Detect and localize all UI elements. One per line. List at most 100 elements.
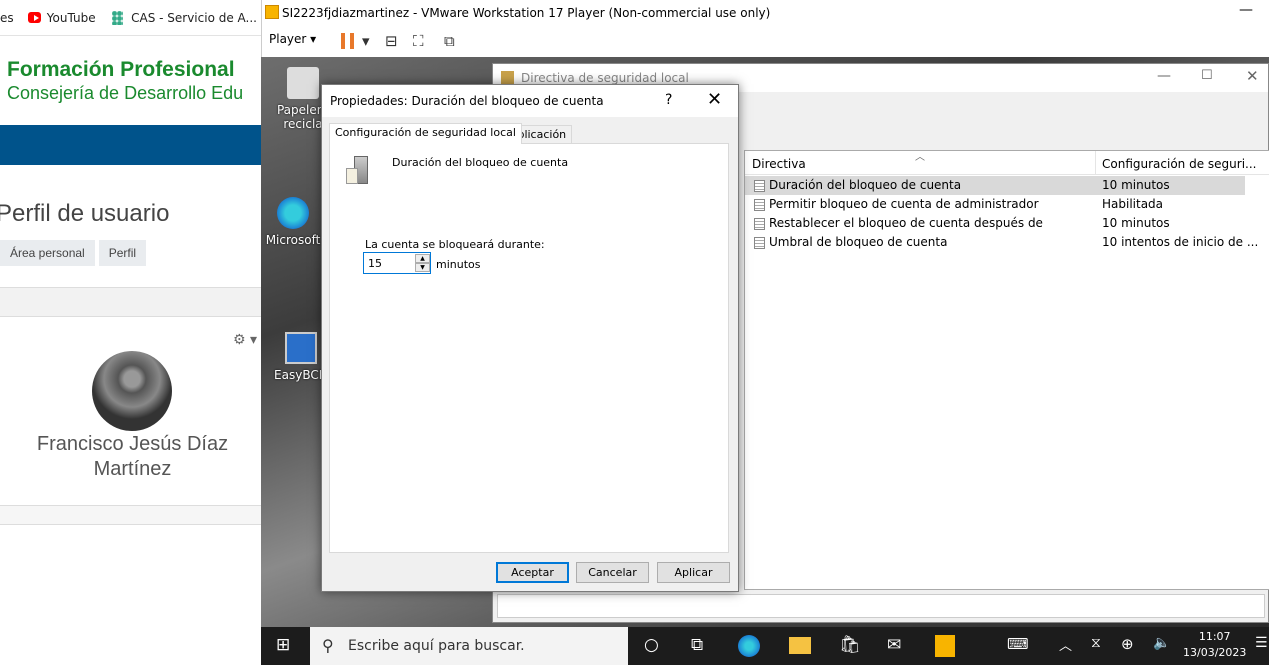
recycle-bin-icon <box>287 67 319 99</box>
column-divider <box>1095 151 1096 175</box>
tab-local-security[interactable]: Configuración de seguridad local <box>329 123 522 144</box>
spin-down-icon[interactable]: ▼ <box>415 263 430 272</box>
clock[interactable]: 11:07 13/03/2023 <box>1183 629 1246 661</box>
sort-arrow-icon: ︿ <box>915 152 925 163</box>
duration-value[interactable]: 15 <box>368 257 382 270</box>
divider <box>0 287 261 317</box>
keyboard-icon[interactable]: ⌨ <box>1007 635 1029 653</box>
pause-icon[interactable] <box>341 33 354 49</box>
unit-label: minutos <box>436 258 481 271</box>
bookmark-partial[interactable]: es <box>0 11 14 25</box>
minimize-icon[interactable]: — <box>1157 68 1171 84</box>
avatar <box>92 351 172 431</box>
fullscreen-icon[interactable]: ⛶ <box>413 32 424 50</box>
table-row[interactable]: Permitir bloqueo de cuenta de administra… <box>745 195 1269 214</box>
ok-button[interactable]: Aceptar <box>496 562 569 583</box>
vmware-title: SI2223fjdiazmartinez - VMware Workstatio… <box>282 6 771 20</box>
policy-icon <box>754 198 765 211</box>
edge-taskbar-icon[interactable] <box>738 635 760 657</box>
field-label: La cuenta se bloqueará durante: <box>365 238 545 251</box>
table-row[interactable]: Restablecer el bloqueo de cuenta después… <box>745 214 1269 233</box>
dialog-title: Propiedades: Duración del bloqueo de cue… <box>330 94 604 108</box>
row-setting: Habilitada <box>1102 197 1164 211</box>
gear-icon[interactable]: ⚙ ▾ <box>233 332 257 348</box>
row-setting: 10 minutos <box>1102 178 1170 192</box>
row-policy: Duración del bloqueo de cuenta <box>769 178 962 192</box>
dialog-titlebar: Propiedades: Duración del bloqueo de cue… <box>322 85 738 117</box>
row-policy: Umbral de bloqueo de cuenta <box>769 235 948 249</box>
close-button[interactable]: ✕ <box>707 89 722 110</box>
start-icon[interactable]: ⊞ <box>276 635 290 655</box>
table-row[interactable]: Umbral de bloqueo de cuenta 10 intentos d… <box>745 233 1269 252</box>
cortana-icon[interactable]: ○ <box>644 635 659 655</box>
network-icon[interactable]: ⧖ <box>1091 635 1101 651</box>
bookmark-youtube[interactable]: YouTube <box>47 11 96 25</box>
cancel-button[interactable]: Cancelar <box>576 562 649 583</box>
row-policy: Permitir bloqueo de cuenta de administra… <box>769 197 1039 211</box>
spin-up-icon[interactable]: ▲ <box>415 254 430 263</box>
table-row[interactable]: Duración del bloqueo de cuenta 10 minutos <box>745 176 1245 195</box>
unity-icon[interactable]: ⧉ <box>444 32 455 50</box>
mail-icon[interactable]: ✉ <box>887 635 901 655</box>
apply-button[interactable]: Aplicar <box>657 562 730 583</box>
server-icon <box>346 156 372 188</box>
help-button[interactable]: ? <box>665 92 672 108</box>
window-title: Directiva de seguridad local <box>521 71 689 85</box>
row-setting: 10 intentos de inicio de ... <box>1102 235 1259 249</box>
policy-icon <box>754 217 765 230</box>
search-input[interactable]: ⚲ Escribe aquí para buscar. <box>310 627 628 665</box>
policy-icon <box>754 179 765 192</box>
breadcrumb: Área personal Perfil <box>0 240 150 267</box>
properties-dialog: Propiedades: Duración del bloqueo de cue… <box>321 84 739 592</box>
policy-app-icon <box>501 71 514 84</box>
user-name: Francisco Jesús Díaz Martínez <box>36 433 229 480</box>
column-policy[interactable]: Directiva <box>752 157 806 171</box>
policy-icon <box>754 236 765 249</box>
desktop-icon-label: Microsoft <box>265 233 321 247</box>
store-icon[interactable]: 🛍 <box>839 635 861 655</box>
dropdown-icon[interactable]: ▾ <box>362 32 370 50</box>
vmware-toolbar: SI2223fjdiazmartinez - VMware Workstatio… <box>261 0 1269 57</box>
org-subtitle: Consejería de Desarrollo Edu <box>7 83 244 103</box>
volume-icon[interactable]: 🔈 <box>1153 635 1170 651</box>
search-placeholder: Escribe aquí para buscar. <box>348 638 525 654</box>
clock-time: 11:07 <box>1198 630 1231 643</box>
youtube-icon <box>27 12 41 23</box>
task-view-icon[interactable]: ⧉ <box>691 635 703 655</box>
player-menu[interactable]: Player ▾ <box>269 32 316 46</box>
easybcd-icon <box>285 332 317 364</box>
browser-panel: es YouTube CAS - Servicio de A... Formac… <box>0 0 261 665</box>
search-icon: ⚲ <box>322 636 334 655</box>
nav-bar <box>0 125 261 165</box>
edge-shortcut[interactable]: Microsoft <box>263 197 323 247</box>
policy-list: Directiva ︿ Configuración de seguri... D… <box>744 150 1269 590</box>
row-setting: 10 minutos <box>1102 216 1170 230</box>
close-icon[interactable]: ✕ <box>1246 67 1259 85</box>
page-title: Perfil de usuario <box>0 200 170 227</box>
status-bar <box>497 594 1265 618</box>
vmware-icon <box>265 5 279 19</box>
notification-icon[interactable]: ☰ <box>1255 635 1268 651</box>
bookmark-cas[interactable]: CAS - Servicio de A... <box>131 11 257 25</box>
org-title: Formación Profesional <box>7 58 235 81</box>
column-setting[interactable]: Configuración de seguri... <box>1102 157 1256 171</box>
policy-name: Duración del bloqueo de cuenta <box>392 156 569 169</box>
breadcrumb-home[interactable]: Área personal <box>0 240 95 266</box>
duration-stepper[interactable]: 15 ▲ ▼ <box>363 252 431 274</box>
edge-icon <box>277 197 309 229</box>
chevron-up-icon[interactable]: ︿ <box>1059 635 1072 654</box>
cas-icon <box>111 10 124 25</box>
file-explorer-icon[interactable] <box>789 637 811 654</box>
maximize-icon[interactable]: ☐ <box>1201 68 1213 83</box>
clock-date: 13/03/2023 <box>1183 646 1247 659</box>
player-menu-label: Player <box>269 32 307 46</box>
send-keys-icon[interactable]: ⊟ <box>385 32 398 50</box>
vmware-taskbar-icon[interactable] <box>935 635 955 657</box>
row-policy: Restablecer el bloqueo de cuenta después… <box>769 216 1043 230</box>
globe-icon[interactable]: ⊕ <box>1121 635 1134 653</box>
breadcrumb-profile[interactable]: Perfil <box>98 240 147 266</box>
bookmarks-bar: es YouTube CAS - Servicio de A... <box>0 0 261 36</box>
column-header: Directiva ︿ Configuración de seguri... <box>745 151 1269 175</box>
divider <box>0 505 261 525</box>
minimize-button[interactable]: — <box>1239 2 1253 18</box>
